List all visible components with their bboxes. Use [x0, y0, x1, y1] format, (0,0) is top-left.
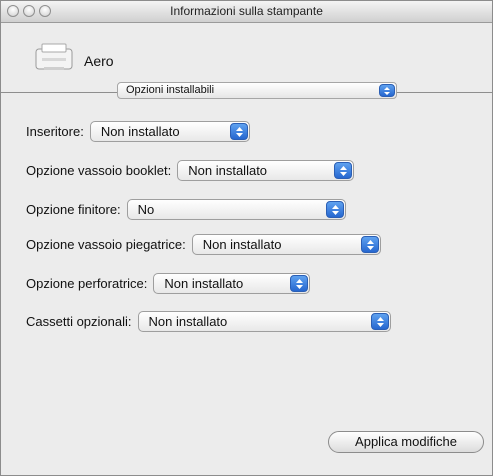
- folder-tray-select[interactable]: Non installato: [191, 233, 381, 255]
- punch-select[interactable]: Non installato: [153, 272, 311, 294]
- section-select[interactable]: Opzioni installabili: [117, 82, 397, 99]
- finisher-select[interactable]: No: [126, 198, 346, 220]
- chevron-updown-icon: [290, 274, 309, 292]
- optional-drawers-select[interactable]: Non installato: [137, 310, 391, 332]
- chevron-updown-icon: [325, 200, 344, 218]
- title-bar[interactable]: Informazioni sulla stampante: [1, 1, 492, 23]
- option-value: Non installato: [188, 162, 268, 178]
- option-row-piegatrice: Opzione vassoio piegatrice: Non installa…: [26, 233, 381, 255]
- printer-info-window: Informazioni sulla stampante Aero Opzion…: [0, 0, 493, 476]
- booklet-tray-select[interactable]: Non installato: [177, 159, 355, 181]
- option-row-perforatrice: Opzione perforatrice: Non installato: [26, 272, 311, 294]
- option-label: Cassetti opzionali:: [26, 313, 132, 329]
- option-label: Inseritore:: [26, 123, 84, 139]
- section-select-value: Opzioni installabili: [126, 84, 215, 96]
- chevron-updown-icon: [370, 312, 389, 330]
- printer-name: Aero: [84, 53, 114, 69]
- option-value: Non installato: [100, 123, 180, 139]
- option-value: Non installato: [164, 275, 244, 291]
- window-title: Informazioni sulla stampante: [170, 4, 323, 18]
- option-value: Non installato: [148, 313, 228, 329]
- option-label: Opzione finitore:: [26, 201, 121, 217]
- chevron-updown-icon: [379, 84, 395, 97]
- apply-changes-button[interactable]: Applica modifiche: [328, 431, 484, 453]
- inseritore-select[interactable]: Non installato: [89, 120, 250, 142]
- option-value: No: [137, 201, 155, 217]
- option-label: Opzione vassoio booklet:: [26, 162, 172, 178]
- option-label: Opzione vassoio piegatrice:: [26, 236, 186, 252]
- option-label: Opzione perforatrice:: [26, 275, 148, 291]
- option-value: Non installato: [202, 236, 282, 252]
- option-row-booklet: Opzione vassoio booklet: Non installato: [26, 159, 355, 181]
- printer-icon: [35, 43, 73, 70]
- chevron-updown-icon: [360, 235, 379, 253]
- option-row-cassetti: Cassetti opzionali: Non installato: [26, 310, 391, 332]
- option-row-finitore: Opzione finitore: No: [26, 198, 346, 220]
- chevron-updown-icon: [229, 122, 248, 140]
- chevron-updown-icon: [334, 161, 353, 179]
- option-row-inseritore: Inseritore: Non installato: [26, 120, 250, 142]
